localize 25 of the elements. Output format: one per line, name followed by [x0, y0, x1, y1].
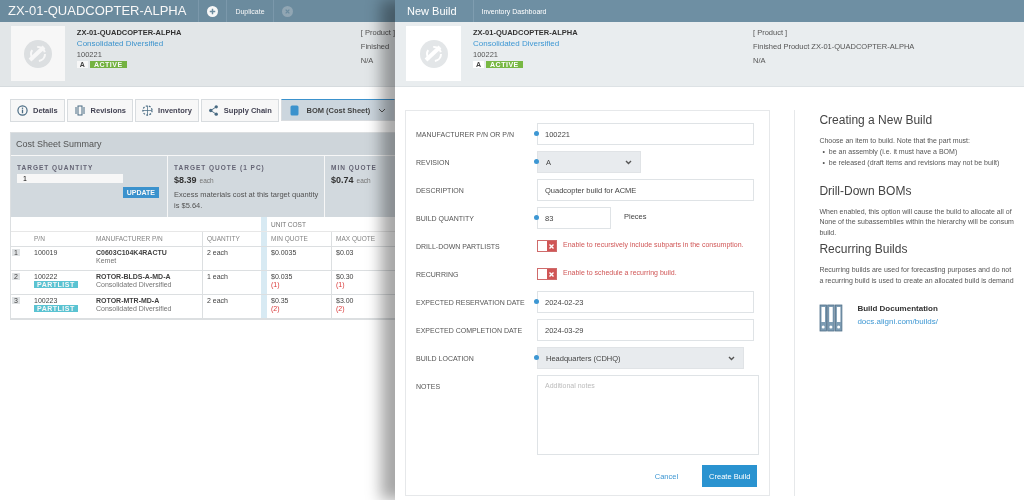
doc-title: Build Documentation: [857, 303, 938, 313]
binders-icon: [819, 303, 844, 332]
help-heading: Recurring Builds: [819, 242, 909, 257]
share-icon: [207, 105, 219, 116]
help-heading: Drill-Down BOMs: [819, 183, 913, 198]
add-icon[interactable]: [207, 5, 219, 17]
revisions-icon: [73, 105, 86, 116]
toggle-switch[interactable]: [537, 240, 557, 252]
logo-icon: [22, 38, 53, 69]
chevron-icon: [625, 159, 632, 165]
logo-icon: [418, 38, 449, 69]
page-title: ZX-01-QUADCOPTER-ALPHA: [7, 2, 188, 20]
help-heading: Creating a New Build: [819, 113, 934, 127]
toggle-switch[interactable]: [537, 268, 557, 280]
caret-icon: [378, 107, 386, 113]
cross-icon: [548, 270, 555, 278]
chevron-icon: [728, 355, 735, 361]
cross-icon: [548, 242, 555, 250]
panel-title: New Build: [406, 4, 458, 19]
document-icon: [289, 104, 299, 116]
section-header: Cost Sheet Summary: [11, 133, 395, 155]
price: $8.39: [174, 175, 197, 185]
inventory-icon: [142, 105, 154, 116]
info-icon: [17, 105, 28, 116]
price: $0.74: [331, 175, 354, 185]
